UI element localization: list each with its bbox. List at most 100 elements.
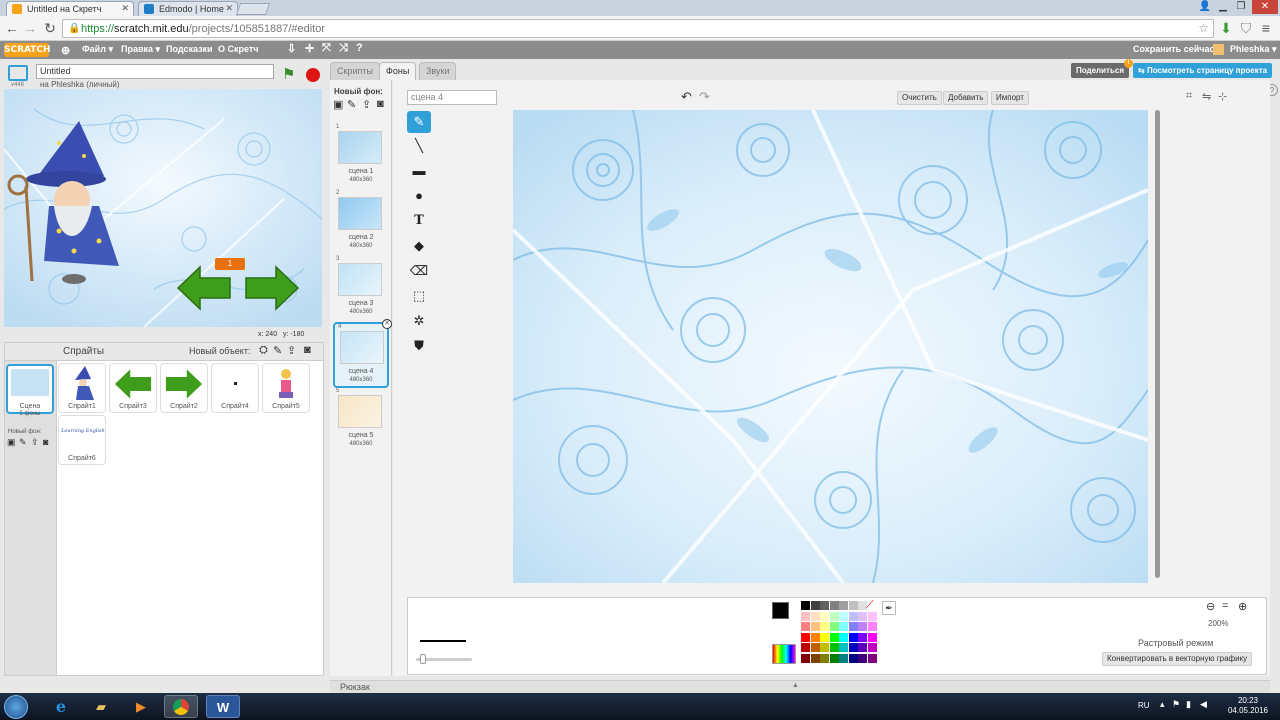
palette-swatch[interactable]	[820, 622, 829, 631]
stop-icon[interactable]	[306, 68, 320, 82]
slider-handle[interactable]	[420, 654, 426, 664]
palette-swatch[interactable]	[858, 653, 867, 663]
convert-to-vector-button[interactable]: Конвертировать в векторную графику	[1102, 652, 1253, 666]
fill-tool-icon[interactable]: ◆	[407, 235, 431, 257]
chrome-taskbar-icon[interactable]	[164, 695, 198, 718]
palette-swatch[interactable]	[848, 611, 858, 621]
palette-swatch[interactable]	[839, 643, 848, 652]
palette-swatch[interactable]	[820, 611, 829, 621]
upload-sprite-icon[interactable]: ⇪	[287, 344, 296, 357]
palette-swatch[interactable]	[810, 611, 820, 621]
crop-icon[interactable]: ⌗	[1186, 90, 1192, 103]
tab-backdrops[interactable]: Фоны	[379, 62, 417, 80]
primary-color-swatch[interactable]	[772, 602, 789, 619]
palette-swatch[interactable]	[801, 601, 810, 610]
palette-swatch[interactable]	[867, 632, 877, 642]
close-window-icon[interactable]: ✕	[1252, 0, 1278, 14]
palette-swatch[interactable]	[801, 622, 810, 631]
stage-thumbnail[interactable]: Сцена 5 фоны	[6, 364, 54, 417]
expand-backpack-icon[interactable]: ▲	[792, 682, 799, 689]
palette-swatch[interactable]	[867, 643, 877, 652]
clear-button[interactable]: Очистить	[897, 91, 942, 105]
menu-edit[interactable]: Правка ▾	[121, 44, 160, 55]
text-tool-icon[interactable]: T	[407, 210, 431, 232]
palette-swatch[interactable]	[839, 601, 848, 610]
palette-swatch[interactable]	[820, 632, 829, 642]
menu-file[interactable]: Файл ▾	[82, 44, 113, 55]
right-arrow-sprite[interactable]	[244, 265, 300, 311]
download-icon[interactable]: ⬇	[1218, 20, 1234, 36]
palette-swatch[interactable]	[829, 643, 839, 652]
import-button[interactable]: Импорт	[991, 91, 1029, 105]
sprite-thumb-6[interactable]: Learning English Спрайт6	[58, 415, 106, 465]
palette-swatch[interactable]	[829, 653, 839, 663]
add-button[interactable]: Добавить	[943, 91, 989, 105]
backdrop-item-3[interactable]: 3 сцена 3 480x360	[333, 256, 389, 322]
backdrop-item-1[interactable]: 1 сцена 1 480x360	[333, 124, 389, 190]
palette-swatch[interactable]	[848, 653, 858, 663]
restore-icon[interactable]: ❐	[1232, 0, 1250, 14]
palette-swatch[interactable]	[867, 611, 877, 621]
profile-icon[interactable]: 👤	[1196, 0, 1214, 14]
eraser-tool-icon[interactable]: ⌫	[407, 260, 431, 282]
palette-swatch[interactable]	[801, 611, 810, 621]
paint-canvas[interactable]	[513, 110, 1148, 583]
tray-arrow-icon[interactable]: ▴	[1160, 699, 1165, 710]
left-arrow-sprite[interactable]	[176, 265, 232, 311]
palette-swatch[interactable]	[810, 643, 820, 652]
color-picker-spectrum[interactable]	[772, 644, 796, 664]
palette-swatch[interactable]	[810, 601, 820, 610]
shrink-tool-icon[interactable]: ⤨	[339, 42, 348, 55]
set-center-icon[interactable]: ⊹	[1218, 90, 1227, 103]
palette-swatch[interactable]	[810, 653, 820, 663]
palette-swatch[interactable]	[801, 632, 810, 642]
start-button-icon[interactable]	[4, 695, 28, 719]
signal-icon[interactable]: ▮	[1186, 699, 1191, 710]
remove-background-tool-icon[interactable]: ✲	[407, 310, 431, 332]
palette-swatch[interactable]	[810, 632, 820, 642]
chrome-menu-icon[interactable]: ≡	[1258, 20, 1274, 36]
menu-tips[interactable]: Подсказки	[166, 44, 213, 54]
backdrop-item-2[interactable]: 2 сцена 2 480x360	[333, 190, 389, 256]
browser-tab-scratch[interactable]: Untitled на Скретч ✕	[6, 1, 134, 16]
palette-swatch[interactable]	[867, 653, 877, 663]
backdrop-item-5[interactable]: 5 сцена 5 480x360	[333, 388, 389, 454]
zoom-reset-icon[interactable]: =	[1222, 600, 1228, 612]
palette-swatch[interactable]	[839, 653, 848, 663]
palette-swatch[interactable]	[848, 622, 858, 631]
line-tool-icon[interactable]: ╲	[407, 135, 431, 157]
palette-swatch[interactable]	[820, 601, 829, 610]
reload-icon[interactable]: ↻	[42, 20, 58, 36]
backdrop-item-4[interactable]: 4 ✕ сцена 4 480x360	[333, 319, 392, 388]
save-now-link[interactable]: Сохранить сейчас	[1133, 44, 1214, 54]
media-player-icon[interactable]: ▶	[124, 695, 158, 718]
close-tab-icon[interactable]: ✕	[121, 3, 129, 14]
sprite-thumb-5[interactable]: Спрайт5	[262, 363, 310, 413]
palette-swatch[interactable]	[801, 643, 810, 652]
palette-swatch[interactable]	[829, 622, 839, 631]
minimize-icon[interactable]: ▁	[1214, 0, 1232, 14]
camera-backdrop-icon[interactable]: ◙	[377, 98, 384, 110]
backdrop-library-icon[interactable]: ▣	[7, 437, 16, 448]
url-input[interactable]: 🔒 https://scratch.mit.edu/projects/10585…	[62, 19, 1214, 38]
palette-swatch[interactable]	[858, 632, 867, 642]
upload-backdrop-icon[interactable]: ⇪	[31, 437, 39, 448]
tab-sounds[interactable]: Звуки	[419, 62, 457, 80]
forward-icon[interactable]: →	[22, 20, 38, 36]
see-project-page-button[interactable]: ⇆ Посмотреть страницу проекта	[1133, 63, 1273, 78]
browser-tab-edmodo[interactable]: Edmodo | Home ✕	[138, 1, 238, 16]
palette-swatch[interactable]	[820, 643, 829, 652]
zoom-in-icon[interactable]: ⊕	[1238, 600, 1247, 613]
globe-icon[interactable]: ⊕	[61, 44, 70, 57]
delete-backdrop-icon[interactable]: ✕	[382, 319, 392, 329]
sprite-thumb-3[interactable]: Спрайт2	[160, 363, 208, 413]
palette-swatch[interactable]	[839, 611, 848, 621]
paint-sprite-icon[interactable]: ✎	[273, 344, 282, 357]
palette-swatch[interactable]	[839, 622, 848, 631]
palette-swatch[interactable]	[829, 611, 839, 621]
explorer-folder-icon[interactable]: ▰	[84, 695, 118, 718]
palette-swatch[interactable]	[858, 643, 867, 652]
palette-swatch[interactable]	[820, 653, 829, 663]
stamp-tool-icon[interactable]: ⛊	[407, 335, 431, 357]
paint-backdrop-icon[interactable]: ✎	[347, 98, 356, 111]
